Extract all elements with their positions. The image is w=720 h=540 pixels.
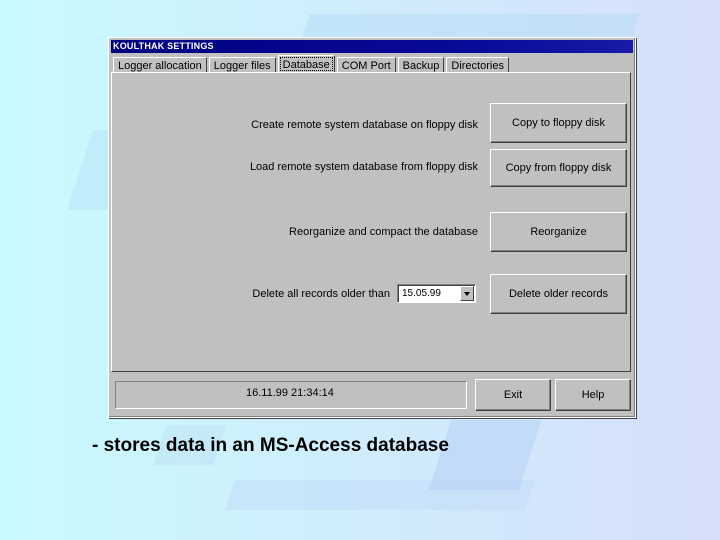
date-dropdown[interactable]: 15.05.99 — [397, 284, 476, 303]
reorganize-label: Reorganize and compact the database — [289, 226, 478, 238]
tab-logger-allocation[interactable]: Logger allocation — [113, 57, 207, 73]
tab-database[interactable]: Database — [277, 55, 335, 73]
copy-to-floppy-label: Create remote system database on floppy … — [251, 119, 478, 131]
slide-caption: - stores data in an MS-Access database — [92, 435, 449, 456]
tab-backup[interactable]: Backup — [397, 57, 445, 73]
tab-strip: Logger allocation Logger files Database … — [113, 55, 511, 73]
status-bar: 16.11.99 21:34:14 — [115, 381, 467, 409]
tab-directories[interactable]: Directories — [446, 57, 509, 73]
help-button[interactable]: Help — [555, 379, 631, 411]
date-dropdown-value: 15.05.99 — [402, 288, 441, 299]
exit-button[interactable]: Exit — [475, 379, 551, 411]
delete-older-records-button[interactable]: Delete older records — [490, 274, 627, 314]
copy-from-floppy-button[interactable]: Copy from floppy disk — [490, 149, 627, 187]
tab-logger-files[interactable]: Logger files — [208, 57, 276, 73]
window-title[interactable]: KOULTHAK SETTINGS — [111, 40, 633, 53]
chevron-down-icon[interactable] — [460, 286, 474, 301]
copy-from-floppy-label: Load remote system database from floppy … — [249, 161, 478, 173]
reorganize-button[interactable]: Reorganize — [490, 212, 627, 252]
database-tab-panel: Create remote system database on floppy … — [111, 72, 631, 372]
status-timestamp: 16.11.99 21:34:14 — [246, 387, 334, 399]
settings-window: KOULTHAK SETTINGS Logger allocation Logg… — [108, 37, 636, 418]
copy-to-floppy-button[interactable]: Copy to floppy disk — [490, 103, 627, 143]
tab-com-port[interactable]: COM Port — [336, 57, 396, 73]
delete-older-label: Delete all records older than — [252, 288, 390, 300]
